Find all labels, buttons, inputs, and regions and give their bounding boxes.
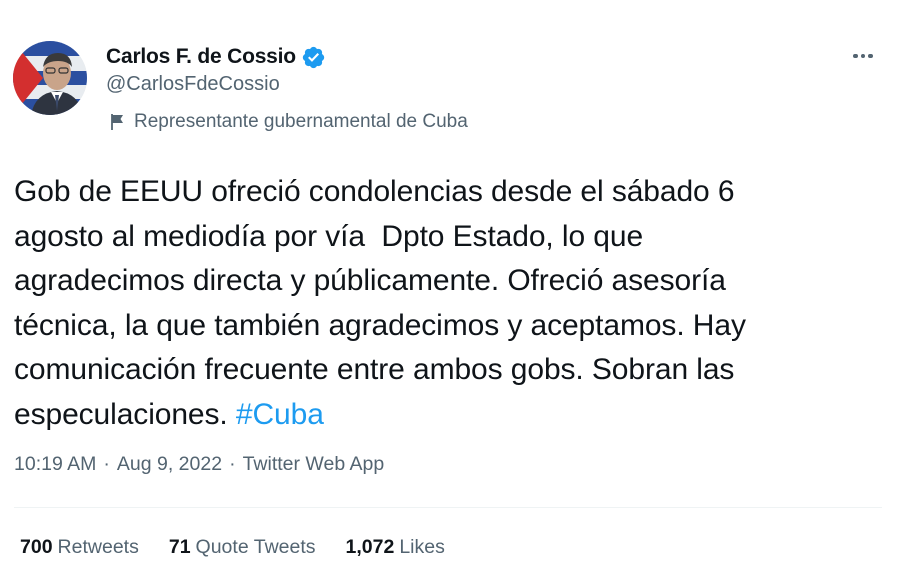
avatar-image [13,41,87,115]
hashtag-link[interactable]: #Cuba [236,398,324,431]
government-label-text: Representante gubernamental de Cuba [134,111,468,132]
verified-badge-icon [301,45,326,70]
retweets-stat[interactable]: 700 Retweets [20,536,139,559]
tweet-time[interactable]: 10:19 AM [14,453,96,476]
tweet-stats: 700 Retweets 71 Quote Tweets 1,072 Likes [20,536,475,559]
tweet-metadata: 10:19 AM · Aug 9, 2022 · Twitter Web App [14,453,384,476]
tweet-source[interactable]: Twitter Web App [243,453,385,476]
tweet-date[interactable]: Aug 9, 2022 [117,453,222,476]
flag-icon [108,112,128,132]
quote-tweets-label: Quote Tweets [195,536,316,558]
likes-label: Likes [399,536,445,558]
divider [14,507,882,508]
likes-count: 1,072 [345,536,395,558]
user-handle[interactable]: @CarlosFdeCossio [106,73,468,99]
display-name[interactable]: Carlos F. de Cossio [106,45,296,69]
name-row: Carlos F. de Cossio [106,43,468,71]
meta-separator: · [103,453,110,475]
retweets-label: Retweets [57,536,139,558]
more-options-icon[interactable] [848,44,878,68]
tweet-card: Carlos F. de Cossio @CarlosFdeCossio Rep… [0,0,900,577]
government-label: Representante gubernamental de Cuba [108,111,468,133]
avatar[interactable] [13,41,87,115]
tweet-text-main: Gob de EEUU ofreció condolencias desde e… [14,175,746,431]
quote-tweets-stat[interactable]: 71 Quote Tweets [169,536,316,559]
quote-tweets-count: 71 [168,536,191,558]
retweets-count: 700 [20,536,53,558]
tweet-header: Carlos F. de Cossio @CarlosFdeCossio Rep… [106,43,468,133]
likes-stat[interactable]: 1,072 Likes [346,536,445,559]
meta-separator: · [229,453,236,475]
tweet-text: Gob de EEUU ofreció condolencias desde e… [14,170,894,437]
